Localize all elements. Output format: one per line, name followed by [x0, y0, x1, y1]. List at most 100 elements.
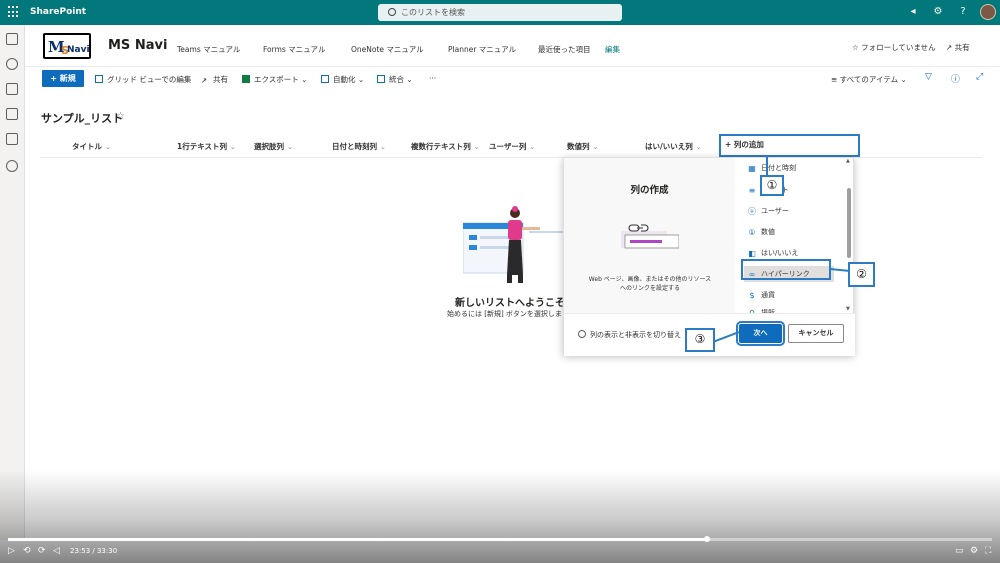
view-selector[interactable]: ≡ すべてのアイテム ⌄ — [831, 74, 907, 85]
new-item-button[interactable]: + 新規 — [42, 70, 84, 87]
nav-item-forms[interactable]: Forms マニュアル — [263, 44, 325, 55]
cancel-button[interactable]: キャンセル — [788, 324, 844, 343]
settings-gear-icon[interactable]: ⚙ — [970, 546, 978, 556]
grid-edit-button[interactable]: グリッド ビューでの編集 — [95, 74, 191, 85]
search-icon — [388, 8, 396, 16]
add-column-button[interactable]: + 列の追加 — [719, 134, 860, 157]
column-header-label: 数値列 — [567, 142, 590, 151]
nav-item-recent[interactable]: 最近使った項目 — [538, 44, 591, 55]
nav-item-teams[interactable]: Teams マニュアル — [177, 44, 240, 55]
help-icon[interactable]: ? — [957, 6, 969, 18]
excel-icon — [242, 75, 250, 83]
column-preview-pane: 列の作成 Web ページ、画像、またはその他のリソースへのリンクを設定する — [564, 158, 735, 313]
column-header-datetime[interactable]: 日付と時刻列 ⌄ — [332, 141, 386, 152]
toggle-columns-label: 列の表示と非表示を切り替え — [590, 331, 681, 339]
app-launcher-icon[interactable] — [8, 6, 20, 18]
toggle-columns-link[interactable]: 列の表示と非表示を切り替え — [578, 330, 681, 340]
nav-item-planner[interactable]: Planner マニュアル — [448, 44, 516, 55]
column-header-text[interactable]: 1行テキスト列 ⌄ — [177, 141, 236, 152]
scroll-down-arrow[interactable]: ▼ — [846, 306, 850, 312]
fullscreen-icon[interactable]: ⛶ — [985, 546, 991, 556]
more-commands-button[interactable]: ··· — [429, 74, 436, 83]
automate-button[interactable]: 自動化 ⌄ — [321, 74, 364, 85]
scroll-up-arrow[interactable]: ▲ — [846, 158, 850, 164]
automate-icon — [321, 75, 329, 83]
column-header-choice[interactable]: 選択肢列 ⌄ — [254, 141, 293, 152]
column-header-user[interactable]: ユーザー列 ⌄ — [489, 141, 535, 152]
video-progress-knob[interactable] — [703, 536, 710, 542]
chevron-down-icon: ⌄ — [355, 75, 365, 84]
automate-label: 自動化 — [333, 75, 356, 84]
person-icon: ⓤ — [748, 207, 756, 216]
share-site-button[interactable]: ↗ 共有 — [946, 42, 970, 53]
expand-icon[interactable]: ⤢ — [976, 72, 983, 82]
settings-gear-icon[interactable]: ⚙ — [932, 6, 944, 18]
export-button[interactable]: エクスポート ⌄ — [242, 74, 307, 85]
avatar[interactable] — [980, 4, 996, 20]
type-item-yesno[interactable]: ◧ はい/いいえ — [748, 248, 798, 258]
column-header-label: 選択肢列 — [254, 142, 284, 151]
column-type-description: Web ページ、画像、またはその他のリソースへのリンクを設定する — [588, 276, 712, 292]
chevron-down-icon: ⌄ — [898, 75, 907, 84]
welcome-subtext: 始めるには [新規] ボタンを選択しま — [447, 310, 562, 318]
share-label: 共有 — [213, 75, 228, 84]
integrate-button[interactable]: 統合 ⌄ — [377, 74, 413, 85]
share-button[interactable]: ↗ 共有 — [201, 74, 228, 85]
globe-icon[interactable] — [6, 58, 18, 70]
rewind-icon[interactable]: ⟲ — [23, 546, 31, 556]
number-icon: ① — [748, 228, 756, 237]
app-name[interactable]: SharePoint — [30, 7, 86, 17]
type-item-number[interactable]: ① 数値 — [748, 227, 775, 237]
left-app-bar — [0, 25, 25, 540]
column-header-number[interactable]: 数値列 ⌄ — [567, 141, 598, 152]
news-icon[interactable] — [6, 83, 18, 95]
search-box[interactable]: このリストを検索 — [378, 4, 622, 21]
chevron-down-icon: ⌄ — [473, 143, 480, 151]
video-progress-bar[interactable] — [8, 538, 992, 541]
share-icon: ↗ — [946, 43, 955, 52]
toggle-icon: ◧ — [748, 249, 756, 258]
site-title[interactable]: MS Navi — [108, 38, 167, 53]
column-header-label: 1行テキスト列 — [177, 142, 227, 151]
filter-icon[interactable]: ▽ — [925, 72, 932, 82]
type-item-user[interactable]: ⓤ ユーザー — [748, 206, 789, 216]
empty-list-illustration — [463, 206, 565, 283]
view-lines-icon: ≡ — [831, 75, 840, 84]
chevron-down-icon: ⌄ — [230, 143, 236, 151]
next-button[interactable]: 次へ — [736, 321, 785, 346]
info-icon[interactable]: ⓘ — [951, 72, 960, 85]
nav-item-onenote[interactable]: OneNote マニュアル — [351, 44, 424, 55]
annotation-step-1: ① — [760, 175, 784, 196]
nav-edit-link[interactable]: 編集 — [605, 44, 620, 55]
volume-icon[interactable]: ◁ — [53, 546, 60, 556]
chevron-down-icon: ⌄ — [380, 143, 386, 151]
file-icon[interactable] — [6, 108, 18, 120]
column-header-label: 複数行テキスト列 — [411, 142, 471, 151]
forward-icon[interactable]: ⟳ — [38, 546, 46, 556]
site-logo[interactable]: M S Navi — [43, 33, 91, 59]
megaphone-icon[interactable]: ◂ — [907, 6, 919, 18]
column-header-label: ユーザー列 — [489, 142, 527, 151]
follow-button[interactable]: ☆ フォローしていません — [852, 42, 936, 53]
grid-edit-label: グリッド ビューでの編集 — [107, 75, 192, 84]
command-bar: + 新規 グリッド ビューでの編集 ↗ 共有 エクスポート ⌄ 自動化 ⌄ 統合 … — [25, 67, 1000, 90]
lists-icon[interactable] — [6, 133, 18, 145]
type-item-label: 通貨 — [761, 291, 775, 299]
calendar-icon: ▦ — [748, 164, 756, 173]
share-icon: ↗ — [201, 76, 208, 85]
column-header-title[interactable]: タイトル ⌄ — [72, 141, 111, 152]
type-item-currency[interactable]: $ 通貨 — [748, 290, 775, 300]
favorite-star-icon[interactable]: ☆ — [116, 111, 125, 122]
panel-scrollbar[interactable] — [847, 188, 851, 258]
chevron-down-icon: ⌄ — [298, 75, 308, 84]
site-header: M S Navi MS Navi Teams マニュアル Forms マニュアル… — [25, 25, 1000, 67]
column-header-multiline[interactable]: 複数行テキスト列 ⌄ — [411, 141, 480, 152]
captions-icon[interactable]: ▭ — [955, 546, 964, 556]
annotation-step-3: ③ — [685, 328, 715, 352]
play-icon[interactable]: ▷ — [8, 546, 15, 556]
create-plus-icon[interactable] — [6, 160, 18, 172]
integrate-label: 統合 — [389, 75, 404, 84]
column-header-yesno[interactable]: はい/いいえ列 ⌄ — [645, 141, 702, 152]
annotation-highlight-hyperlink — [741, 259, 831, 280]
home-icon[interactable] — [6, 33, 18, 45]
